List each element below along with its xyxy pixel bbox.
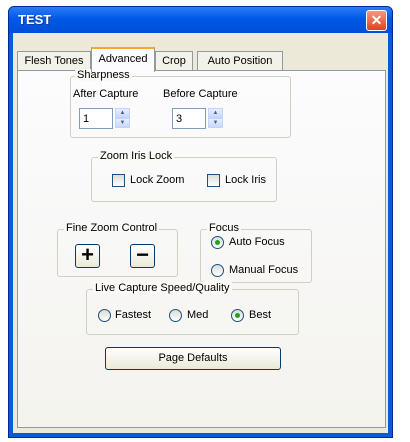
- lock-iris-label: Lock Iris: [225, 174, 266, 186]
- lock-iris-checkbox[interactable]: [207, 174, 220, 187]
- before-capture-label: Before Capture: [163, 88, 238, 100]
- manual-focus-label: Manual Focus: [229, 264, 299, 276]
- auto-focus-radio[interactable]: [211, 236, 224, 249]
- close-icon: ✕: [370, 12, 383, 28]
- manual-focus-radio[interactable]: [211, 264, 224, 277]
- tab-auto-position[interactable]: Auto Position: [197, 51, 283, 71]
- page-defaults-button[interactable]: Page Defaults: [105, 347, 281, 370]
- zoom-iris-lock-group: Zoom Iris Lock Lock Zoom Lock Iris: [91, 150, 277, 202]
- dialog-client-area: Flesh Tones Advanced Crop Auto Position …: [13, 33, 388, 433]
- after-capture-label: After Capture: [73, 88, 139, 100]
- dialog-window: TEST ✕ Flesh Tones Advanced Crop Auto Po…: [8, 6, 393, 438]
- auto-focus-label: Auto Focus: [229, 236, 285, 248]
- plus-icon: +: [81, 242, 94, 267]
- before-capture-input[interactable]: [172, 108, 206, 129]
- down-arrow-icon[interactable]: ▼: [208, 118, 223, 128]
- up-arrow-icon[interactable]: ▲: [115, 108, 130, 118]
- fine-zoom-group: Fine Zoom Control + −: [57, 222, 178, 277]
- live-capture-legend: Live Capture Speed/Quality: [93, 282, 232, 294]
- fine-zoom-legend: Fine Zoom Control: [64, 222, 160, 234]
- up-arrow-icon[interactable]: ▲: [208, 108, 223, 118]
- focus-legend: Focus: [207, 222, 241, 234]
- zoom-out-button[interactable]: −: [130, 244, 155, 268]
- zoom-iris-lock-legend: Zoom Iris Lock: [98, 150, 175, 162]
- down-arrow-icon[interactable]: ▼: [115, 118, 130, 128]
- best-label: Best: [249, 309, 272, 321]
- before-capture-stepper[interactable]: ▲ ▼: [208, 108, 223, 129]
- close-button[interactable]: ✕: [366, 10, 387, 31]
- tab-panel-advanced: Sharpness After Capture Before Capture ▲…: [17, 69, 386, 428]
- lock-zoom-checkbox[interactable]: [112, 174, 125, 187]
- minus-icon: −: [136, 242, 149, 267]
- tab-advanced[interactable]: Advanced: [91, 47, 155, 72]
- window-title: TEST: [18, 12, 52, 27]
- title-bar[interactable]: TEST ✕: [9, 7, 392, 33]
- zoom-in-button[interactable]: +: [75, 244, 100, 268]
- med-label: Med: [187, 309, 209, 321]
- fastest-label: Fastest: [115, 309, 152, 321]
- tab-crop[interactable]: Crop: [155, 51, 193, 71]
- after-capture-stepper[interactable]: ▲ ▼: [115, 108, 130, 129]
- after-capture-input[interactable]: [79, 108, 113, 129]
- lock-zoom-label: Lock Zoom: [130, 174, 185, 186]
- focus-group: Focus Auto Focus Manual Focus: [200, 222, 312, 283]
- best-radio[interactable]: [231, 309, 244, 322]
- fastest-radio[interactable]: [98, 309, 111, 322]
- sharpness-group: Sharpness After Capture Before Capture ▲…: [70, 69, 291, 138]
- live-capture-group: Live Capture Speed/Quality Fastest Med B…: [86, 282, 299, 335]
- med-radio[interactable]: [169, 309, 182, 322]
- tab-flesh-tones[interactable]: Flesh Tones: [17, 51, 91, 71]
